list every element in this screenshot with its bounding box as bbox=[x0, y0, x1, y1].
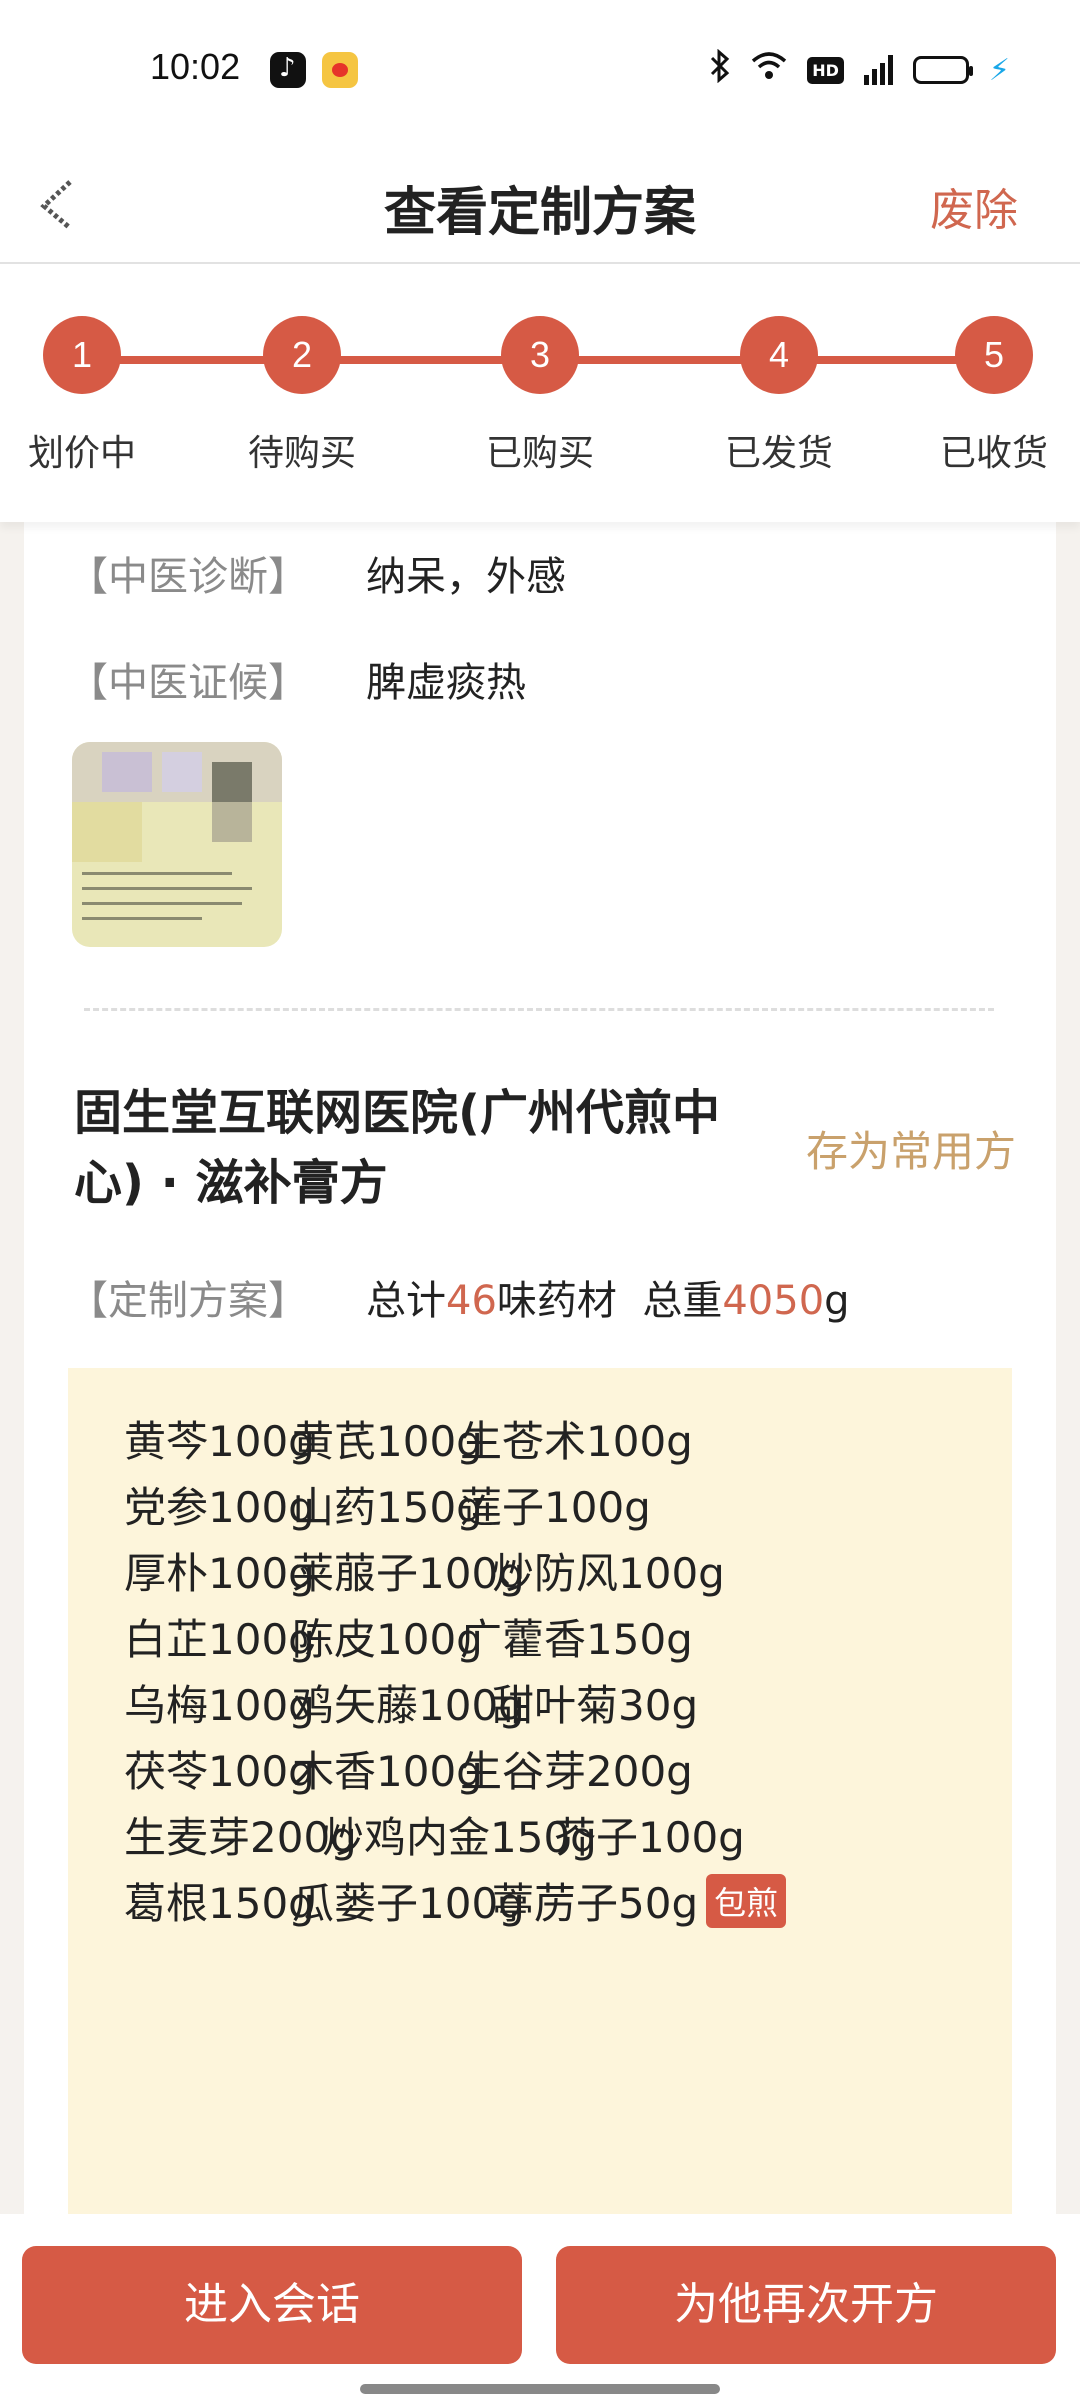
hd-badge: HD bbox=[807, 56, 844, 84]
cancel-button[interactable]: 废除 bbox=[930, 174, 1018, 238]
enter-chat-button[interactable]: 进入会话 bbox=[22, 2246, 522, 2364]
step-label: 已购买 bbox=[485, 433, 594, 474]
herb-item: 莱菔子100g bbox=[292, 1549, 525, 1598]
step-5: 5 已收货 bbox=[894, 316, 1080, 476]
hospital-name: 固生堂互联网医院(广州代煎中心) · 滋补膏方 bbox=[74, 1085, 720, 1211]
charging-icon: ⚡ bbox=[988, 52, 1010, 88]
herb-item: 厚朴100g bbox=[124, 1549, 315, 1598]
herb-count: 46 bbox=[446, 1278, 497, 1324]
divider bbox=[84, 1008, 994, 1011]
wifi-icon bbox=[751, 51, 787, 89]
herb-item: 莲子100g bbox=[460, 1483, 651, 1532]
herb-item: 山药150g bbox=[292, 1483, 483, 1532]
count-suffix: 味药材 bbox=[496, 1278, 617, 1324]
herb-item: 葛根150g bbox=[124, 1879, 315, 1928]
step-3: 3 已购买 bbox=[440, 316, 640, 476]
status-time: 10:02 bbox=[150, 46, 241, 87]
herb-item: 鸡矢藤100g bbox=[292, 1681, 525, 1730]
step-circle: 1 bbox=[43, 316, 121, 394]
weight-prefix: 总重 bbox=[642, 1278, 723, 1324]
status-bar: 10:02 HD ⚡ bbox=[0, 0, 1080, 140]
herb-item: 广藿香150g bbox=[460, 1615, 693, 1664]
herb-item: 炒防风100g bbox=[492, 1549, 725, 1598]
herb-item: 葶苈子50g 包煎 bbox=[492, 1870, 787, 1931]
prescription-photo-thumbnail[interactable] bbox=[72, 742, 282, 947]
weight-unit: g bbox=[824, 1278, 850, 1324]
signal-icon bbox=[863, 55, 893, 85]
represcribe-button[interactable]: 为他再次开方 bbox=[556, 2246, 1056, 2364]
scheme-label: 【定制方案】 bbox=[68, 1278, 308, 1324]
bluetooth-icon bbox=[709, 48, 731, 91]
diagnosis-value: 纳呆，外感 bbox=[366, 554, 566, 600]
total-weight: 4050 bbox=[722, 1278, 825, 1324]
herb-item: 生谷芽200g bbox=[460, 1747, 693, 1796]
herb-list: 黄芩100g 黄芪100g 生苍术100g 党参100g 山药150g 莲子10… bbox=[68, 1368, 1012, 2228]
page-title: 查看定制方案 bbox=[383, 183, 696, 243]
herb-item: 白芷100g bbox=[124, 1615, 315, 1664]
total-prefix: 总计 bbox=[366, 1278, 446, 1324]
herb-item: 甜叶菊30g bbox=[492, 1681, 699, 1730]
herb-item: 木香100g bbox=[292, 1747, 483, 1796]
weibo-icon bbox=[322, 52, 358, 88]
step-circle: 4 bbox=[740, 316, 818, 394]
save-as-common-button[interactable]: 存为常用方 bbox=[806, 1118, 1016, 1179]
herb-item: 陈皮100g bbox=[292, 1615, 483, 1664]
herb-item: 党参100g bbox=[124, 1483, 315, 1532]
syndrome-label: 【中医证候】 bbox=[68, 660, 308, 706]
status-icons: HD ⚡ bbox=[709, 48, 1010, 91]
wrap-decoct-tag: 包煎 bbox=[706, 1874, 787, 1928]
herb-item: 生苍术100g bbox=[460, 1417, 693, 1466]
herb-item: 茯苓100g bbox=[124, 1747, 315, 1796]
step-circle: 5 bbox=[955, 316, 1033, 394]
step-4: 4 已发货 bbox=[679, 316, 879, 476]
herb-item: 乌梅100g bbox=[124, 1681, 315, 1730]
tiktok-icon bbox=[270, 52, 306, 88]
step-label: 待购买 bbox=[247, 433, 356, 474]
battery-icon bbox=[912, 56, 973, 84]
step-circle: 3 bbox=[501, 316, 579, 394]
step-label: 已发货 bbox=[724, 433, 833, 474]
herb-item: 黄芪100g bbox=[292, 1417, 483, 1466]
step-2: 2 待购买 bbox=[202, 316, 402, 476]
herb-item: 黄芩100g bbox=[124, 1417, 315, 1466]
diagnosis-label: 【中医诊断】 bbox=[68, 554, 308, 600]
step-label: 已收货 bbox=[939, 433, 1048, 474]
prescription-card: 【中医诊断】 纳呆，外感 【中医证候】 脾虚痰热 固生堂互联网医院(广州代煎中心… bbox=[24, 522, 1056, 2228]
progress-steps: 1 划价中 2 待购买 3 已购买 4 已发货 5 已收货 bbox=[0, 266, 1080, 522]
header: 查看定制方案 废除 bbox=[0, 140, 1080, 264]
herb-item-name: 葶苈子50g bbox=[492, 1879, 699, 1928]
bottom-action-bar: 进入会话 为他再次开方 bbox=[0, 2214, 1080, 2400]
step-1: 1 划价中 bbox=[0, 316, 182, 476]
syndrome-value: 脾虚痰热 bbox=[366, 660, 526, 706]
step-label: 划价中 bbox=[27, 433, 136, 474]
herb-item: 芥子100g bbox=[554, 1813, 745, 1862]
herb-item: 瓜蒌子100g bbox=[292, 1879, 525, 1928]
scheme-summary: 总计46味药材 总重4050g bbox=[366, 1268, 850, 1326]
home-indicator[interactable] bbox=[360, 2384, 720, 2394]
step-circle: 2 bbox=[263, 316, 341, 394]
